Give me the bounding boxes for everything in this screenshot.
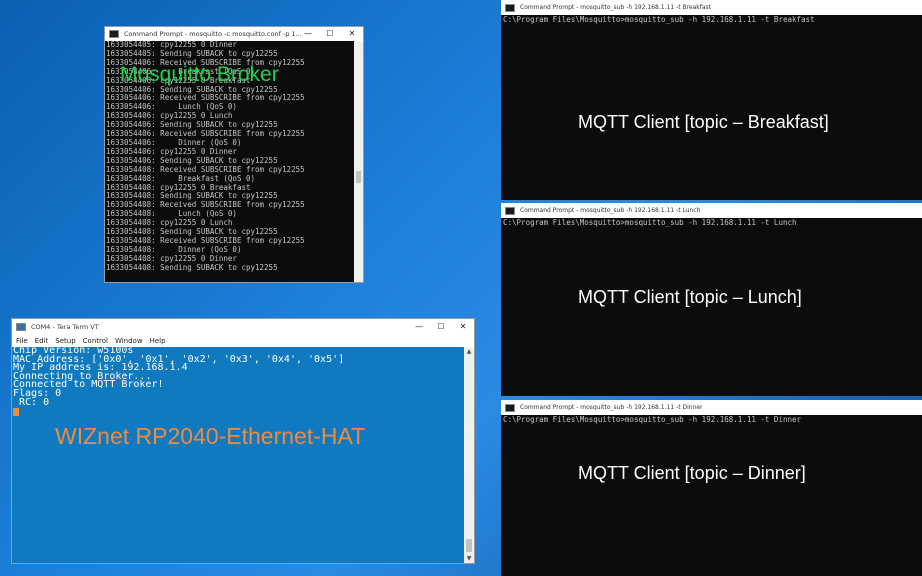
- command-line: C:\Program Files\Mosquitto>mosquitto_sub…: [503, 218, 797, 227]
- teraterm-console[interactable]: Chip Version: w5100s MAC Address: ['0x0',…: [12, 347, 464, 563]
- close-icon[interactable]: ✕: [452, 319, 474, 335]
- teraterm-scrollbar[interactable]: ▲ ▼: [464, 347, 474, 563]
- client-titlebar[interactable]: Command Prompt - mosquitto_sub -h 192.16…: [501, 400, 922, 415]
- maximize-icon[interactable]: ☐: [430, 319, 452, 335]
- menu-item[interactable]: Control: [83, 337, 108, 345]
- teraterm-icon: [16, 323, 26, 331]
- client-title: Command Prompt - mosquitto_sub -h 192.16…: [520, 404, 703, 411]
- teraterm-overlay-label: WIZnet RP2040-Ethernet-HAT: [55, 423, 366, 449]
- terminal-output-line: Flags: 0: [13, 387, 62, 399]
- minimize-icon[interactable]: —: [408, 319, 430, 335]
- command-line: C:\Program Files\Mosquitto>mosquitto_sub…: [503, 415, 802, 424]
- maximize-icon[interactable]: ☐: [319, 27, 341, 41]
- command-prompt-icon: [505, 403, 515, 412]
- client-window-lunch[interactable]: Command Prompt - mosquitto_sub -h 192.16…: [501, 203, 922, 396]
- broker-overlay-label: Mosquitto Broker: [120, 63, 279, 86]
- menu-item[interactable]: File: [16, 337, 28, 345]
- client-overlay-label: MQTT Client [topic – Lunch]: [578, 287, 802, 307]
- client-window-dinner[interactable]: Command Prompt - mosquitto_sub -h 192.16…: [501, 400, 922, 576]
- client-titlebar[interactable]: Command Prompt - mosquitto_sub -h 192.16…: [501, 0, 922, 15]
- teraterm-titlebar[interactable]: COM4 - Tera Term VT — ☐ ✕: [12, 319, 474, 335]
- scroll-up-icon[interactable]: ▲: [464, 347, 474, 356]
- client-title: Command Prompt - mosquitto_sub -h 192.16…: [520, 4, 712, 11]
- close-icon[interactable]: ✕: [341, 27, 363, 41]
- teraterm-scroll-thumb[interactable]: [466, 539, 472, 552]
- minimize-icon[interactable]: —: [297, 27, 319, 41]
- teraterm-window[interactable]: COM4 - Tera Term VT — ☐ ✕ File Edit Setup C…: [11, 318, 475, 564]
- menu-item[interactable]: Setup: [55, 337, 75, 345]
- command-prompt-icon: [505, 3, 515, 12]
- terminal-output-line: Connected to MQTT Broker!: [13, 379, 164, 391]
- client-titlebar[interactable]: Command Prompt - mosquitto_sub -h 192.16…: [501, 203, 922, 218]
- menu-item[interactable]: Edit: [35, 337, 49, 345]
- broker-log-line: 1633054408: Sending SUBACK to cpy12255: [106, 262, 278, 272]
- broker-window[interactable]: Command Prompt - mosquitto -c mosquitto.…: [104, 26, 364, 283]
- command-prompt-icon: [505, 206, 515, 215]
- client-console[interactable]: C:\Program Files\Mosquitto>mosquitto_sub…: [501, 415, 922, 576]
- text-cursor: [13, 408, 19, 417]
- broker-title: Command Prompt - mosquitto -c mosquitto.…: [124, 30, 302, 38]
- broker-scroll-thumb[interactable]: [356, 171, 361, 183]
- command-prompt-icon: [109, 30, 119, 38]
- client-overlay-label: MQTT Client [topic – Breakfast]: [578, 112, 829, 132]
- client-title: Command Prompt - mosquitto_sub -h 192.16…: [520, 207, 701, 214]
- terminal-output-line: RC: 0: [13, 396, 50, 408]
- client-console[interactable]: C:\Program Files\Mosquitto>mosquitto_sub…: [501, 15, 922, 200]
- teraterm-menubar: File Edit Setup Control Window Help: [12, 335, 474, 347]
- command-line: C:\Program Files\Mosquitto>mosquitto_sub…: [503, 15, 815, 24]
- menu-item[interactable]: Window: [115, 337, 143, 345]
- client-overlay-label: MQTT Client [topic – Dinner]: [578, 463, 806, 483]
- teraterm-title: COM4 - Tera Term VT: [31, 323, 99, 331]
- menu-item[interactable]: Help: [150, 337, 166, 345]
- broker-titlebar[interactable]: Command Prompt - mosquitto -c mosquitto.…: [105, 27, 363, 41]
- scroll-down-icon[interactable]: ▼: [464, 554, 474, 563]
- client-window-breakfast[interactable]: Command Prompt - mosquitto_sub -h 192.16…: [501, 0, 922, 200]
- broker-scrollbar[interactable]: [354, 41, 363, 282]
